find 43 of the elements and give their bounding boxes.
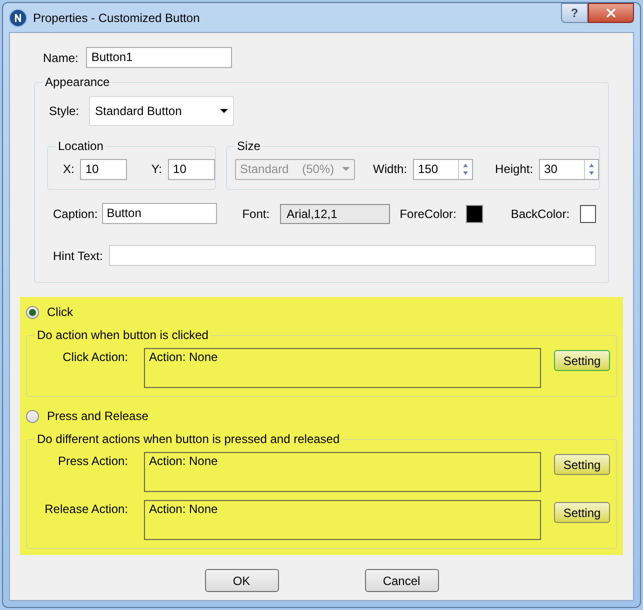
radio-option[interactable]: Press and Release xyxy=(26,407,148,425)
height-spinner[interactable]: 30 xyxy=(539,158,600,180)
field-label: Y: xyxy=(151,161,162,178)
close-icon xyxy=(604,6,618,20)
group-title: Do different actions when button is pressed and released xyxy=(35,431,342,447)
caret-icon xyxy=(342,167,350,171)
x-field[interactable]: 10 xyxy=(80,158,128,180)
color-swatch[interactable] xyxy=(466,204,483,222)
field-label: Width: xyxy=(373,161,408,178)
radio-option[interactable]: Click xyxy=(26,303,73,321)
action-field[interactable]: Action: None xyxy=(144,452,541,492)
field-label: Release Action: xyxy=(44,501,128,518)
app-logo-icon xyxy=(9,8,27,26)
field-label: Font: xyxy=(242,206,270,222)
field-label: ForeColor: xyxy=(400,206,456,222)
help-button[interactable]: ? xyxy=(561,3,588,23)
field-label: BackColor: xyxy=(510,206,570,222)
style-dropdown[interactable]: Standard Button xyxy=(89,96,234,126)
field-label: X: xyxy=(63,161,74,178)
width-spinner[interactable]: 150 xyxy=(413,158,474,180)
color-swatch[interactable] xyxy=(580,204,596,222)
font-field[interactable]: Arial,12,1 xyxy=(280,204,390,224)
window-title: Properties - Customized Button xyxy=(33,10,200,26)
caption-field[interactable]: Button xyxy=(102,203,218,224)
setting-button[interactable]: Setting xyxy=(554,502,610,523)
action-field[interactable]: Action: None xyxy=(144,500,541,540)
dialog-button[interactable]: Cancel xyxy=(364,569,438,592)
y-field[interactable]: 10 xyxy=(168,158,216,180)
field-label: Height: xyxy=(495,161,534,178)
close-button[interactable] xyxy=(588,3,634,23)
dialog-button[interactable]: OK xyxy=(204,569,278,592)
field-label: Style: xyxy=(49,103,80,120)
action-field[interactable]: Action: None xyxy=(144,348,541,388)
name-field[interactable]: Button1 xyxy=(86,47,232,68)
field-label: Click Action: xyxy=(62,349,128,366)
setting-button[interactable]: Setting xyxy=(554,350,610,371)
setting-button[interactable]: Setting xyxy=(554,454,610,475)
field-label: Name: xyxy=(43,50,78,66)
field-label: Hint Text: xyxy=(53,248,103,264)
caret-icon xyxy=(220,109,228,113)
hint-text-field[interactable] xyxy=(108,245,596,266)
field-label: Press Action: xyxy=(56,453,128,470)
field-label: Caption: xyxy=(53,206,98,222)
